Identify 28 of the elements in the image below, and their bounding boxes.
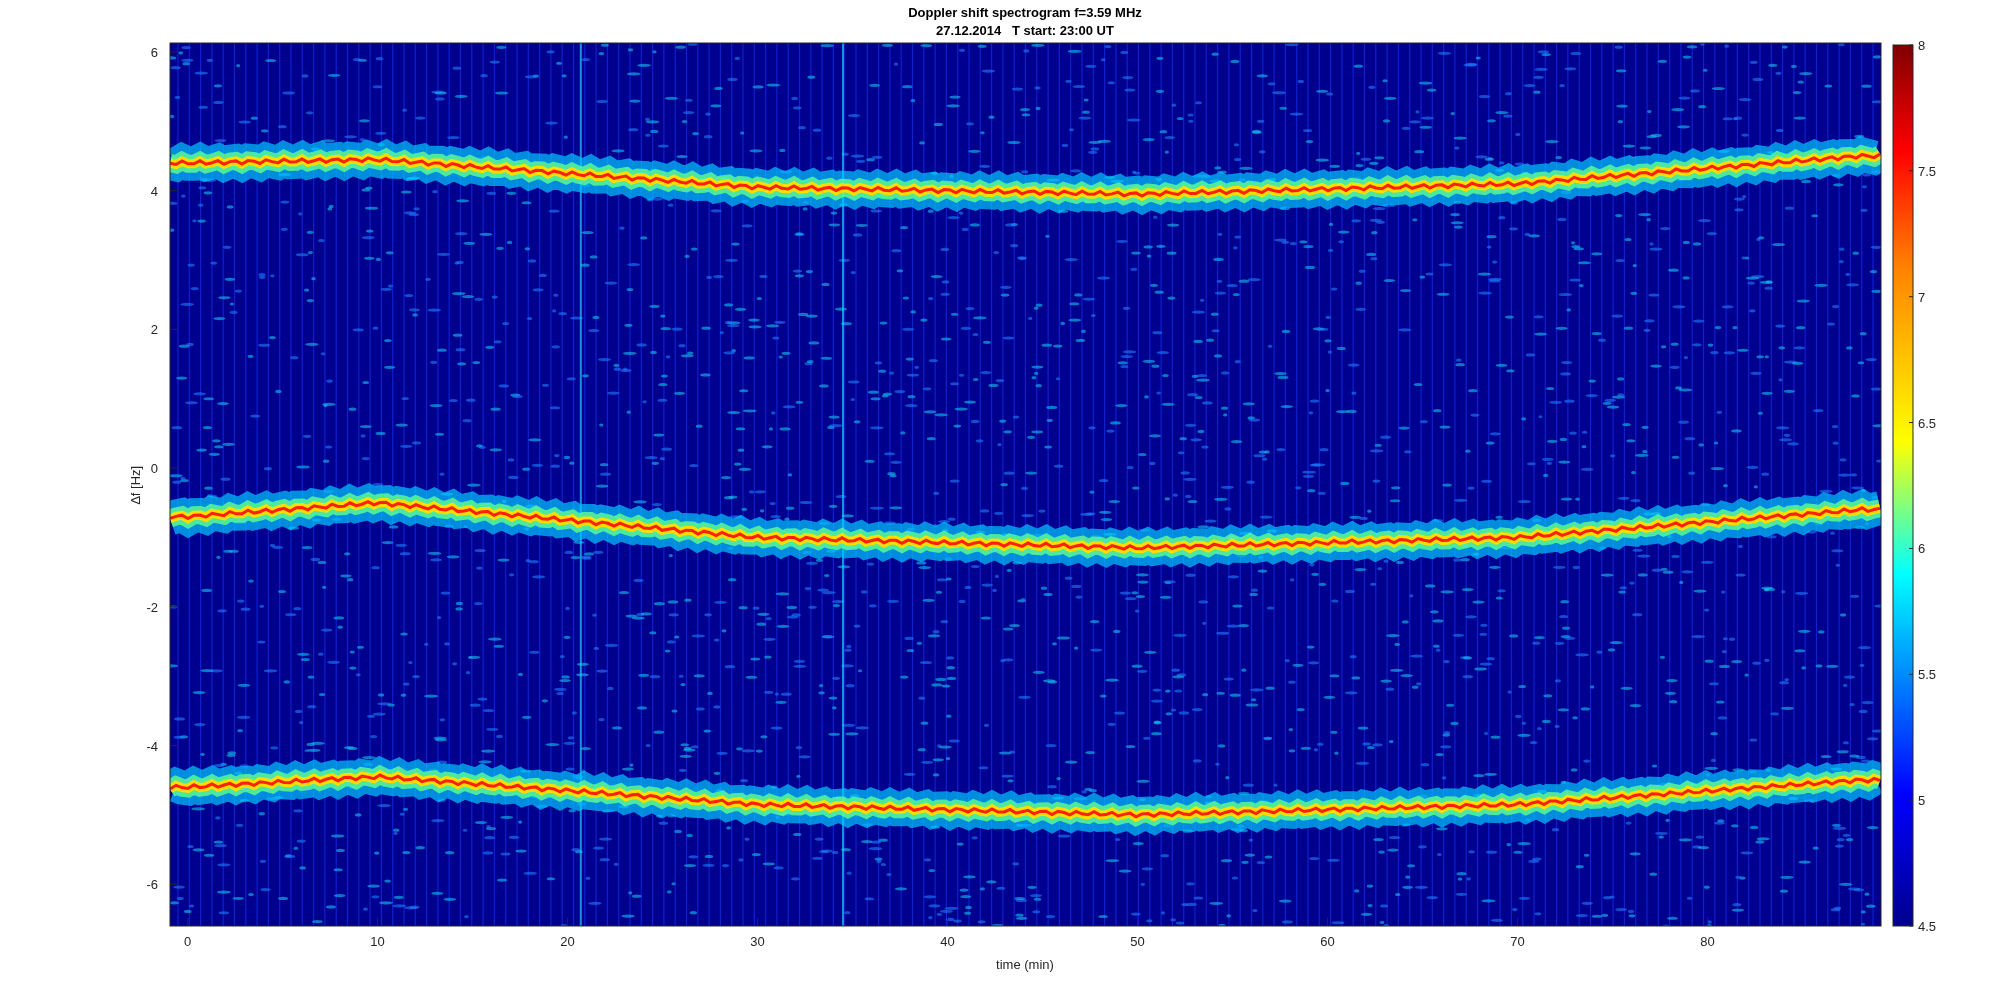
y-tick-label: -2 (146, 599, 158, 615)
x-tick-label: 80 (1700, 934, 1715, 949)
colorbar-tick-label: 8 (1918, 38, 1926, 53)
y-axis-label: ∆f [Hz] (128, 465, 143, 505)
x-tick-label: 0 (183, 934, 192, 949)
x-tick-label: 70 (1510, 934, 1525, 949)
chart-subtitle: 27.12.2014 T start: 23:00 UT (936, 23, 1114, 38)
colorbar-tick-label: 6.5 (1918, 415, 1937, 431)
y-tick-label: 0 (150, 461, 158, 477)
colorbar-tick-label: 7 (1918, 289, 1926, 305)
x-tick-label: 30 (750, 934, 765, 949)
colorbar-tick-label: 4.5 (1918, 919, 1937, 934)
y-tick-label: 2 (150, 322, 158, 338)
colorbar-tick-label: 5.5 (1918, 667, 1937, 683)
x-axis-label: time (min) (996, 957, 1054, 972)
colorbar-tick-label: 5 (1918, 793, 1926, 809)
chart-title: Doppler shift spectrogram f=3.59 MHz (908, 5, 1142, 20)
x-tick-label: 20 (560, 934, 575, 949)
x-tick-label: 60 (1320, 934, 1335, 949)
y-tick-label: -6 (146, 877, 158, 893)
colorbar-tick-label: 7.5 (1918, 163, 1937, 179)
y-tick-label: -4 (146, 738, 158, 754)
y-tick-label: 4 (150, 183, 158, 199)
colorbar-tick-label: 6 (1918, 541, 1926, 557)
y-tick-label: 6 (150, 45, 158, 60)
x-tick-label: 40 (940, 934, 955, 949)
x-tick-label: 10 (370, 934, 385, 949)
x-tick-label: 50 (1130, 934, 1145, 949)
